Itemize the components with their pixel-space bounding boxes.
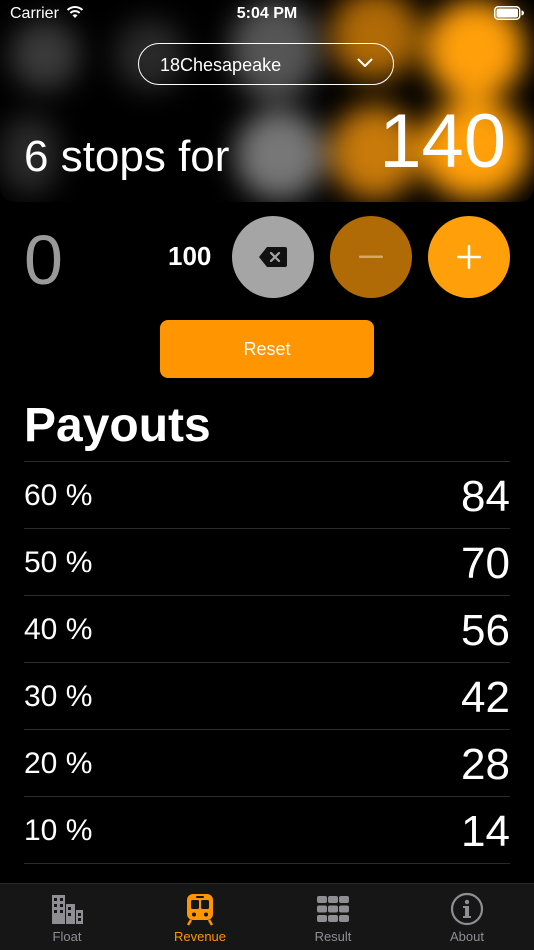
clock: 5:04 PM	[236, 5, 298, 22]
backspace-icon	[259, 247, 287, 267]
payout-amount: 70	[461, 539, 510, 588]
tab-revenue[interactable]: Revenue	[133, 884, 267, 950]
tab-label: Result	[314, 929, 352, 944]
reset-button-label: Reset	[243, 338, 291, 359]
chevron-down-icon	[357, 58, 373, 67]
payout-amount: 14	[461, 807, 510, 856]
game-selector[interactable]: 18Chesapeake	[138, 43, 394, 85]
payout-percent: 40 %	[24, 613, 93, 646]
payouts-heading: Payouts	[24, 399, 211, 452]
grid-icon	[317, 896, 349, 922]
payout-row: 40 % 56	[24, 596, 510, 663]
tab-result[interactable]: Result	[266, 884, 400, 950]
hero-panel: 18Chesapeake 6 stops for 140	[0, 0, 534, 202]
payout-percent: 10 %	[24, 814, 93, 847]
tab-bar: Float Revenue Result About	[0, 883, 534, 950]
status-bar: Carrier 5:04 PM	[0, 0, 534, 28]
minus-icon	[359, 255, 383, 258]
minus-button[interactable]	[330, 216, 412, 298]
tab-label: Float	[52, 929, 82, 944]
tab-about[interactable]: About	[400, 884, 534, 950]
grey-dot	[235, 110, 325, 200]
tab-float[interactable]: Float	[0, 884, 134, 950]
payout-row: 20 % 28	[24, 730, 510, 797]
battery-icon	[494, 6, 524, 20]
payout-amount: 28	[461, 740, 510, 789]
payout-percent: 50 %	[24, 546, 93, 579]
revenue-input-display: 0	[24, 221, 63, 299]
buildings-icon	[52, 895, 83, 924]
payout-percent: 30 %	[24, 680, 93, 713]
plus-button[interactable]	[428, 216, 510, 298]
tab-label: About	[450, 929, 484, 944]
game-selector-value: 18Chesapeake	[160, 55, 282, 75]
plus-icon	[457, 245, 481, 269]
revenue-total: 140	[379, 99, 506, 184]
payout-percent: 60 %	[24, 479, 93, 512]
payout-row: 10 % 14	[24, 797, 510, 864]
tab-label: Revenue	[173, 929, 227, 944]
payout-amount: 56	[461, 606, 510, 655]
train-icon	[186, 894, 214, 926]
payouts-list: 60 % 84 50 % 70 40 % 56 30 % 42 20 % 28 …	[24, 461, 510, 864]
payout-row: 30 % 42	[24, 663, 510, 730]
stops-summary: 6 stops for	[24, 132, 230, 181]
payout-amount: 42	[461, 673, 510, 722]
payout-amount: 84	[461, 472, 510, 521]
info-icon	[450, 892, 484, 926]
grey-dot	[10, 20, 80, 90]
reset-button[interactable]: Reset	[160, 320, 374, 378]
step-value: 100	[168, 241, 212, 271]
payout-row: 60 % 84	[24, 462, 510, 529]
payout-row: 50 % 70	[24, 529, 510, 596]
payout-percent: 20 %	[24, 747, 93, 780]
delete-button[interactable]	[232, 216, 314, 298]
